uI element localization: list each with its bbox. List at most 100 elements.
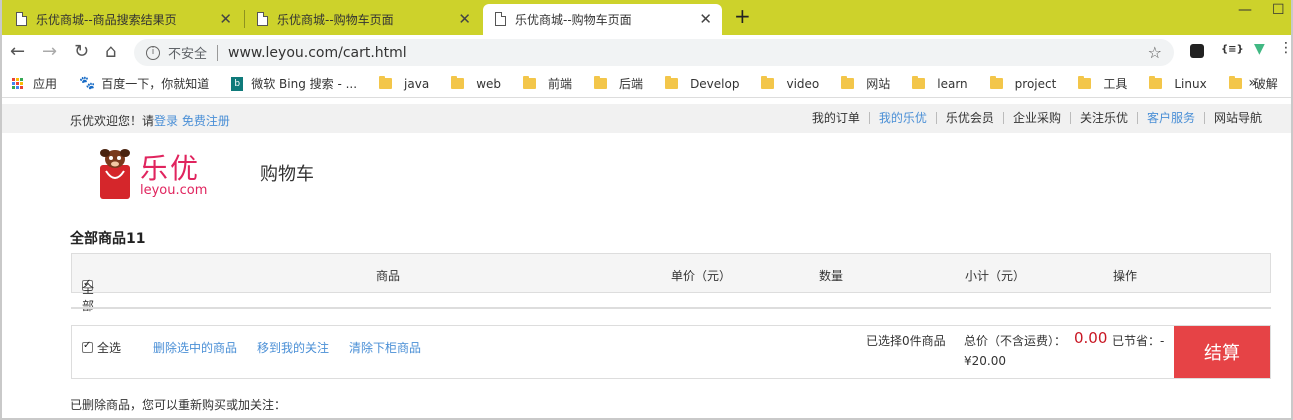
maximize-icon[interactable]: ☐ — [1272, 2, 1285, 18]
reload-icon[interactable]: ↻ — [74, 41, 89, 62]
bookmark-label: java — [404, 76, 430, 91]
address-bar[interactable]: i 不安全 www.leyou.com/cart.html ☆ — [134, 39, 1174, 66]
checkout-button[interactable]: 结算 — [1174, 326, 1270, 378]
site-logo[interactable]: 乐优 leyou.com — [96, 145, 216, 201]
folder-icon — [451, 76, 465, 89]
tab-cart-1[interactable]: 乐优商城--购物车页面 ✕ — [245, 4, 481, 35]
cart-divider — [71, 307, 1271, 309]
delete-selected-link[interactable]: 删除选中的商品 — [153, 339, 237, 356]
url-text[interactable]: www.leyou.com/cart.html — [228, 45, 407, 61]
tab-cart-active[interactable]: 乐优商城--购物车页面 ✕ — [483, 4, 722, 35]
bookmark-label: video — [786, 76, 820, 91]
welcome-message: 乐优欢迎您！请登录 免费注册 — [70, 112, 230, 129]
selected-count: 已选择0件商品 — [866, 334, 946, 348]
header-subtotal: 小计（元） — [965, 269, 1026, 283]
star-icon[interactable]: ☆ — [1148, 43, 1162, 62]
paw-icon: 🐾 — [79, 76, 96, 91]
vue-devtools-icon[interactable]: ▼ — [1254, 41, 1265, 57]
bookmarks-bar: 应用 🐾 百度一下，你就知道 b 微软 Bing 搜索 - ... java w… — [2, 70, 1291, 98]
folder-icon — [761, 76, 775, 89]
nav-member[interactable]: 乐优会员 — [935, 112, 1003, 124]
bookmark-apps[interactable]: 应用 — [12, 75, 57, 92]
new-tab-button[interactable]: + — [734, 4, 751, 28]
forward-icon[interactable]: → — [42, 41, 57, 62]
bookmark-label: project — [1014, 76, 1057, 91]
welcome-text: 乐优欢迎您！请 — [70, 114, 155, 128]
folder-icon — [379, 76, 393, 89]
clear-off-shelf-link[interactable]: 清除下柜商品 — [349, 339, 421, 356]
bookmark-label: Develop — [690, 76, 740, 91]
apps-icon — [12, 78, 23, 89]
close-icon[interactable]: ✕ — [458, 10, 471, 28]
close-icon[interactable]: ✕ — [219, 10, 232, 28]
bookmarks-overflow-icon[interactable]: » — [1248, 75, 1257, 91]
security-label[interactable]: 不安全 — [168, 43, 207, 62]
bookmark-folder-backend[interactable]: 后端 — [594, 75, 643, 92]
cart-toolbar: 全选 删除选中的商品 移到我的关注 清除下柜商品 已选择0件商品 总价（不含运费… — [71, 325, 1271, 379]
cart-table-header: 全部 商品 单价（元） 数量 小计（元） 操作 — [71, 253, 1271, 313]
bookmark-label: 应用 — [33, 77, 58, 91]
bookmark-folder-linux[interactable]: Linux — [1149, 76, 1207, 91]
bookmark-folder-sites[interactable]: 网站 — [841, 75, 890, 92]
folder-icon — [1078, 76, 1092, 89]
header-quantity: 数量 — [819, 269, 844, 283]
checkbox-checked-icon[interactable] — [82, 340, 93, 353]
bookmark-label: 前端 — [548, 77, 573, 91]
bookmark-folder-project[interactable]: project — [989, 76, 1057, 91]
folder-icon — [665, 76, 679, 89]
folder-icon — [841, 76, 855, 89]
header-action: 操作 — [1113, 269, 1138, 283]
removed-items-note: 已删除商品，您可以重新购买或加关注： — [70, 398, 287, 412]
home-icon[interactable]: ⌂ — [105, 41, 116, 62]
bookmark-baidu[interactable]: 🐾 百度一下，你就知道 — [79, 75, 209, 92]
nav-my-orders[interactable]: 我的订单 — [803, 112, 869, 124]
bookmark-folder-tools[interactable]: 工具 — [1078, 75, 1127, 92]
logo-text: 乐优 — [140, 152, 201, 185]
sum-label: 总价（不含运费）： — [964, 334, 1067, 348]
bookmark-folder-web[interactable]: web — [451, 76, 502, 91]
tab-title: 乐优商城--购物车页面 — [515, 13, 632, 27]
nav-enterprise[interactable]: 企业采购 — [1002, 112, 1070, 124]
toolbar-select-all-label: 全选 — [97, 341, 122, 355]
bookmark-label: 工具 — [1103, 77, 1128, 91]
menu-icon[interactable]: ⋮ — [1279, 40, 1291, 56]
register-link[interactable]: 免费注册 — [182, 114, 230, 128]
bookmark-folder-video[interactable]: video — [761, 76, 820, 91]
tab-strip: 乐优商城--商品搜索结果页 ✕ 乐优商城--购物车页面 ✕ 乐优商城--购物车页… — [2, 0, 1291, 35]
bookmark-bing[interactable]: b 微软 Bing 搜索 - ... — [231, 75, 357, 92]
tab-search-results[interactable]: 乐优商城--商品搜索结果页 ✕ — [4, 4, 242, 35]
site-top-nav: 我的订单 我的乐优 乐优会员 企业采购 关注乐优 客户服务 网站导航 — [803, 112, 1271, 124]
page-title: 购物车 — [260, 164, 314, 185]
bookmark-folder-learn[interactable]: learn — [912, 76, 968, 91]
sum-price: 0.00 — [1074, 329, 1108, 347]
nav-customer-service[interactable]: 客户服务 — [1136, 112, 1204, 124]
page-icon — [16, 12, 27, 26]
bookmark-label: web — [476, 76, 502, 91]
header-unit-price: 单价（元） — [671, 269, 732, 283]
close-icon[interactable]: ✕ — [699, 10, 712, 28]
login-link[interactable]: 登录 — [154, 114, 178, 128]
bookmark-folder-frontend[interactable]: 前端 — [523, 75, 572, 92]
bookmark-folder-develop[interactable]: Develop — [665, 76, 740, 91]
total-amount: ¥20.00 — [964, 354, 1006, 368]
folder-icon — [594, 76, 608, 89]
info-icon[interactable]: i — [146, 45, 160, 60]
toolbar-select-all[interactable]: 全选 — [82, 339, 121, 356]
json-extension-icon[interactable]: {≡} — [1221, 44, 1244, 55]
nav-follow[interactable]: 关注乐优 — [1069, 112, 1137, 124]
folder-icon — [989, 76, 1003, 89]
bookmark-label: 破解 — [1253, 77, 1278, 91]
move-to-favorites-link[interactable]: 移到我的关注 — [257, 339, 329, 356]
minimize-icon[interactable]: — — [1238, 2, 1252, 18]
extension-icon[interactable] — [1190, 44, 1204, 58]
back-icon[interactable]: ← — [10, 41, 25, 62]
bookmark-label: 微软 Bing 搜索 - ... — [251, 77, 358, 91]
nav-my-leyou[interactable]: 我的乐优 — [868, 112, 936, 124]
page-icon — [495, 12, 506, 26]
tab-title: 乐优商城--商品搜索结果页 — [36, 13, 177, 27]
bookmark-folder-java[interactable]: java — [379, 76, 430, 91]
tab-title: 乐优商城--购物车页面 — [277, 13, 394, 27]
bing-icon: b — [231, 76, 244, 91]
bookmark-label: 百度一下，你就知道 — [101, 77, 210, 91]
nav-site-map[interactable]: 网站导航 — [1203, 112, 1271, 124]
